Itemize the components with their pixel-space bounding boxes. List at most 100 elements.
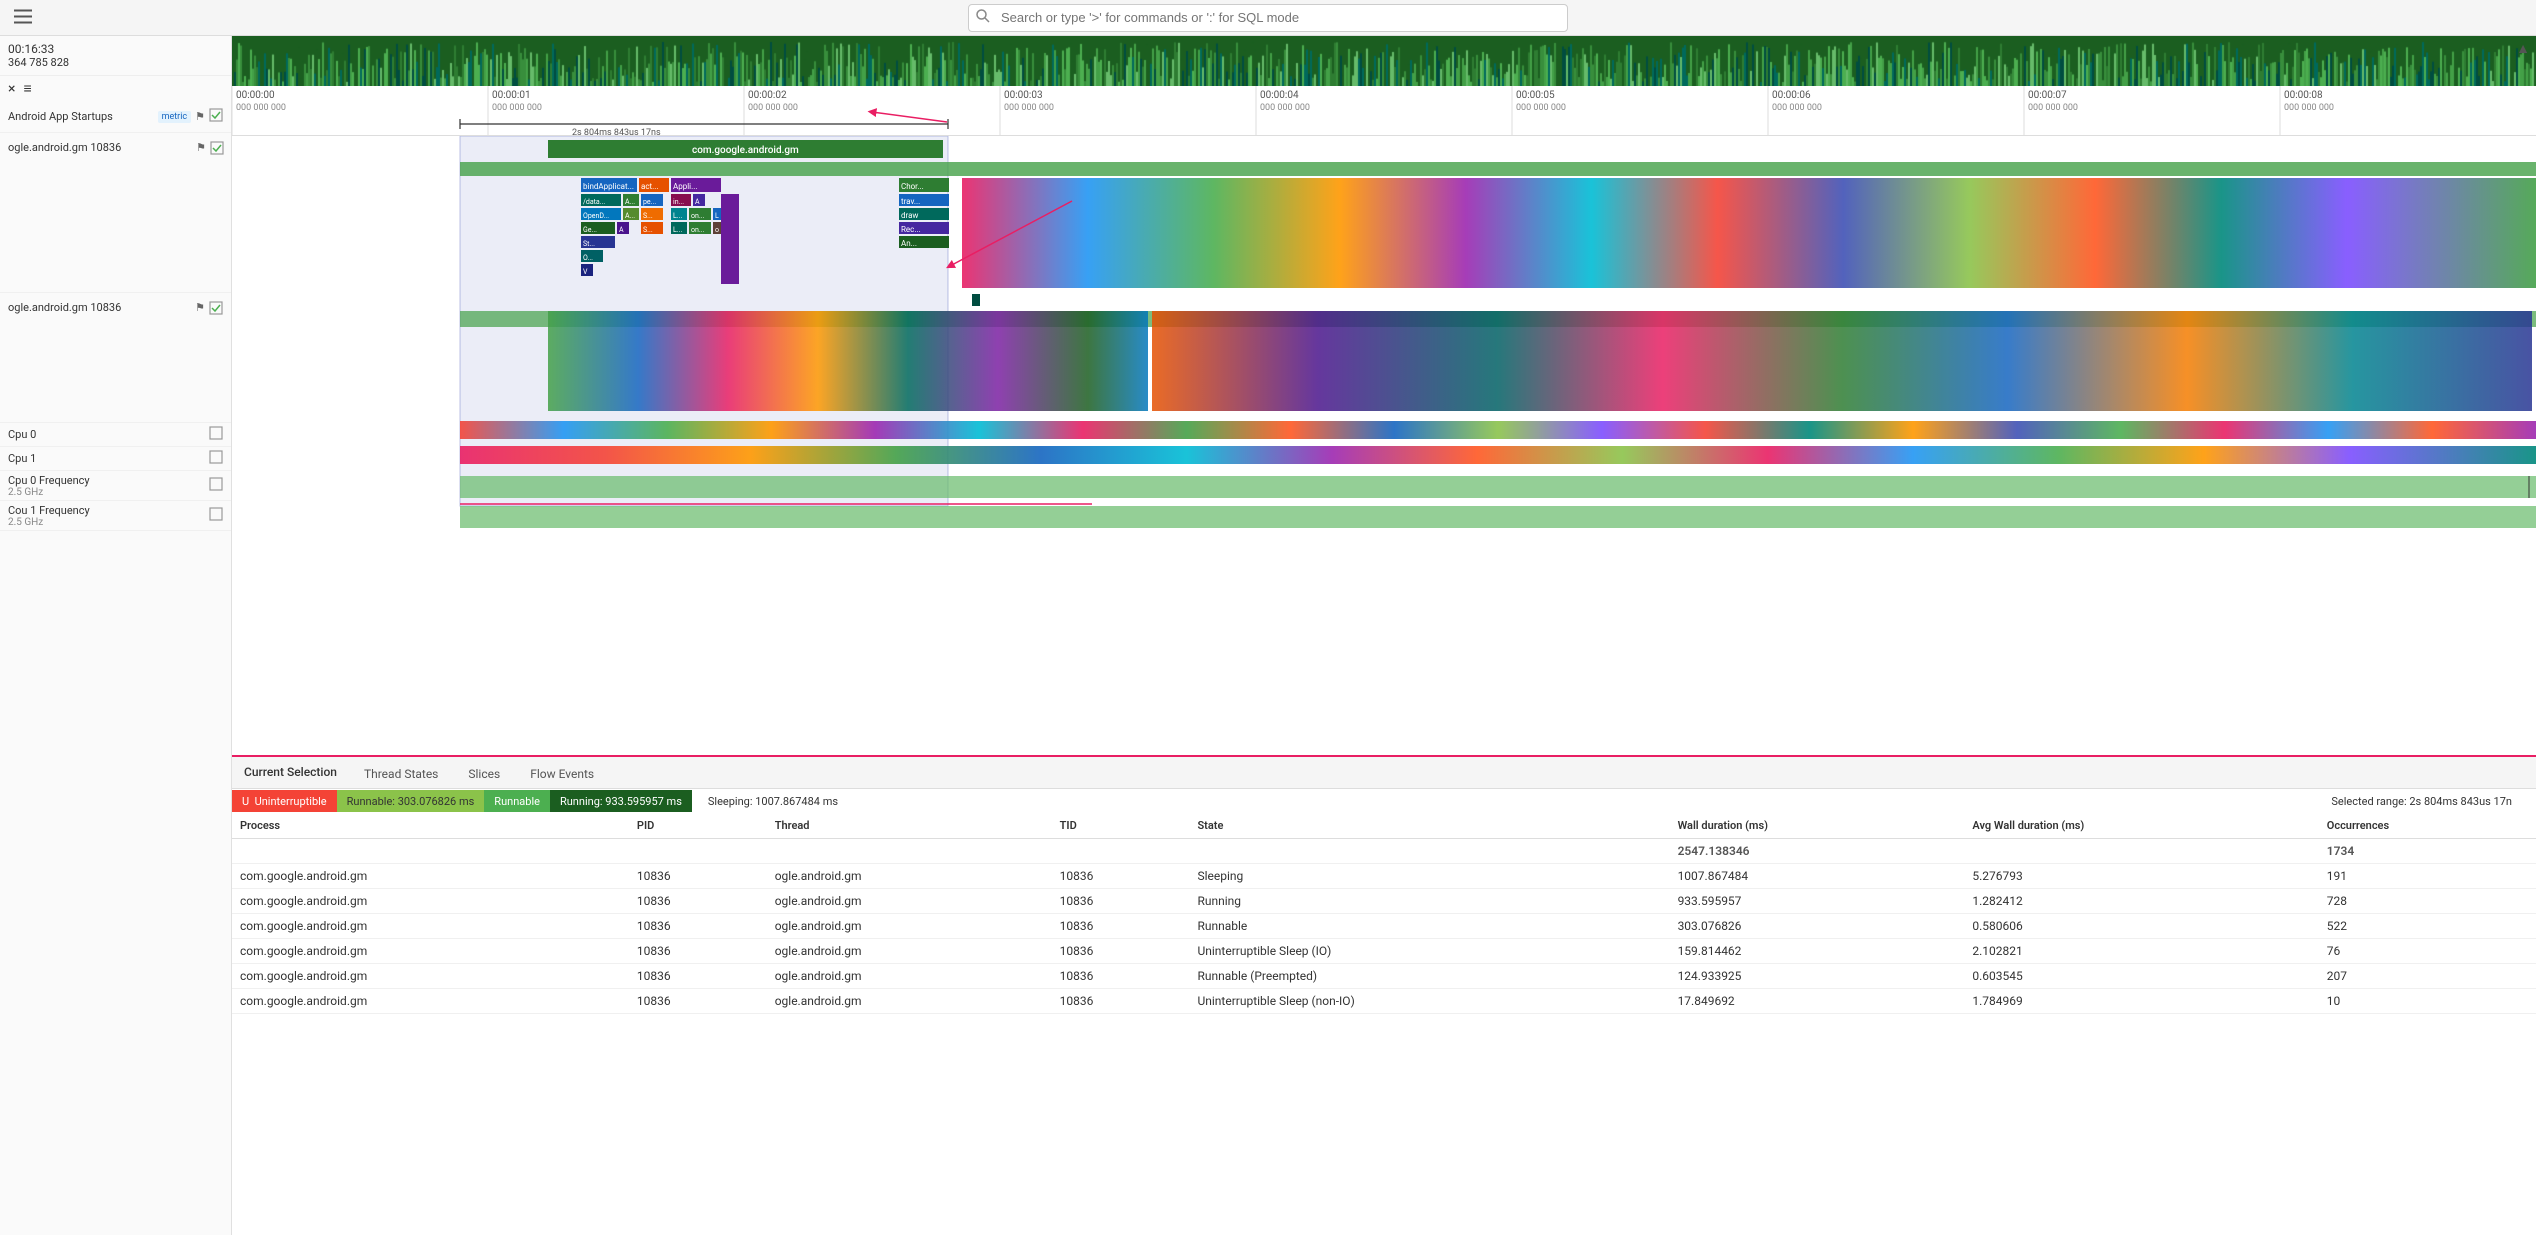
cell-tid: 10836	[1052, 914, 1190, 939]
track-name: Android App Startups	[8, 110, 150, 123]
cpu1-freq-val: 2.5 GHz	[8, 517, 209, 528]
svg-text:00:00:08: 00:00:08	[2284, 90, 2323, 101]
close-icon[interactable]: ×	[8, 81, 15, 97]
svg-text:pe...: pe...	[643, 198, 656, 206]
svg-text:bindApplicat...: bindApplicat...	[583, 182, 634, 191]
svg-text:A: A	[695, 198, 700, 206]
cell-tid: 10836	[1052, 864, 1190, 889]
list-icon[interactable]: ≡	[23, 80, 31, 97]
cell-tid: 10836	[1052, 989, 1190, 1014]
time-display: 00:16:33 364 785 828	[0, 36, 231, 76]
cell-occurrences: 10	[2319, 989, 2536, 1014]
svg-text:000 000 000: 000 000 000	[2028, 103, 2078, 113]
cell-state: Uninterruptible Sleep (IO)	[1189, 939, 1669, 964]
cpu1-check[interactable]	[209, 450, 223, 467]
status-runnable-ms: Runnable: 303.076826 ms	[337, 790, 485, 812]
table-area[interactable]: Process PID Thread TID State Wall durati…	[232, 813, 2536, 1235]
cpu1-freq-label: Cou 1 Frequency 2.5 GHz	[0, 501, 231, 531]
col-state: State	[1189, 813, 1669, 839]
cell-process: com.google.android.gm	[232, 864, 629, 889]
cell-tid: 10836	[1052, 889, 1190, 914]
col-tid: TID	[1052, 813, 1190, 839]
cpu0-freq-name: Cpu 0 Frequency	[8, 474, 209, 487]
cpu0-freq-check[interactable]	[209, 477, 223, 494]
cell-tid: 10836	[1052, 964, 1190, 989]
status-runnable: Runnable	[484, 790, 550, 812]
summary-process	[232, 839, 629, 864]
status-uninterruptible: U Uninterruptible	[232, 790, 337, 812]
x-controls: × ≡	[0, 76, 231, 101]
pin-icon-ogle2[interactable]: ⚑	[195, 301, 205, 314]
menu-icon[interactable]	[14, 9, 32, 26]
current-time: 00:16:33	[8, 42, 223, 56]
search-bar	[0, 0, 2536, 36]
svg-text:Appli...: Appli...	[673, 182, 697, 191]
cell-thread: ogle.android.gm	[767, 889, 1052, 914]
svg-text:000 000 000: 000 000 000	[1004, 103, 1054, 113]
summary-thread	[767, 839, 1052, 864]
cell-state: Runnable (Preempted)	[1189, 964, 1669, 989]
svg-text:St...: St...	[583, 240, 595, 248]
track-viz-area[interactable]: com.google.android.gm bindApplicat... ac…	[232, 136, 2536, 755]
cpu0-check[interactable]	[209, 426, 223, 443]
right-area: 00:00:00 000 000 000 00:00:01 000 000 00…	[232, 36, 2536, 1235]
tab-thread-states[interactable]: Thread States	[349, 758, 453, 788]
cell-state: Running	[1189, 889, 1669, 914]
cell-process: com.google.android.gm	[232, 939, 629, 964]
cell-wall_duration: 1007.867484	[1670, 864, 1965, 889]
status-bar: U Uninterruptible Runnable: 303.076826 m…	[232, 789, 2536, 813]
svg-text:L...: L...	[673, 226, 682, 234]
cell-pid: 10836	[629, 939, 767, 964]
cell-process: com.google.android.gm	[232, 989, 629, 1014]
ruler-area: 00:00:00 000 000 000 00:00:01 000 000 00…	[232, 86, 2536, 136]
cell-state: Uninterruptible Sleep (non-IO)	[1189, 989, 1669, 1014]
cell-pid: 10836	[629, 964, 767, 989]
cell-pid: 10836	[629, 889, 767, 914]
tab-slices[interactable]: Slices	[453, 758, 515, 788]
cell-state: Runnable	[1189, 914, 1669, 939]
cell-state: Sleeping	[1189, 864, 1669, 889]
svg-text:A...: A...	[625, 198, 635, 206]
svg-text:An...: An...	[901, 239, 917, 248]
svg-text:on...: on...	[691, 212, 705, 220]
check-icon-ogle2[interactable]	[209, 301, 223, 318]
search-input[interactable]	[968, 4, 1568, 32]
cpu1-freq-name: Cou 1 Frequency	[8, 504, 209, 517]
svg-text:00:00:00: 00:00:00	[236, 90, 275, 101]
check-icon[interactable]	[209, 108, 223, 125]
svg-text:S...: S...	[643, 226, 653, 234]
track-name-ogle1: ogle.android.gm 10836	[8, 141, 192, 154]
svg-text:draw: draw	[901, 211, 918, 220]
collapse-icon[interactable]: ▲	[2516, 40, 2530, 57]
cpu0-freq-val: 2.5 GHz	[8, 487, 209, 498]
svg-text:00:00:05: 00:00:05	[1516, 90, 1555, 101]
svg-text:O...: O...	[583, 254, 593, 262]
svg-text:S...: S...	[643, 212, 653, 220]
metric-badge: metric	[158, 111, 192, 123]
col-process: Process	[232, 813, 629, 839]
cell-wall_duration: 933.595957	[1670, 889, 1965, 914]
pin-icon-ogle1[interactable]: ⚑	[196, 141, 206, 154]
check-icon-ogle1[interactable]	[210, 141, 224, 158]
cell-avg_wall_duration: 2.102821	[1964, 939, 2318, 964]
ruler-svg: 00:00:00 000 000 000 00:00:01 000 000 00…	[232, 86, 2536, 136]
cell-tid: 10836	[1052, 939, 1190, 964]
svg-text:L...: L...	[673, 212, 682, 220]
svg-text:00:00:07: 00:00:07	[2028, 90, 2067, 101]
table-row: com.google.android.gm10836ogle.android.g…	[232, 914, 2536, 939]
track-label-ogle2: ogle.android.gm 10836 ⚑	[0, 293, 231, 423]
svg-text:/data...: /data...	[583, 198, 605, 206]
tab-flow-events[interactable]: Flow Events	[515, 758, 609, 788]
cell-wall_duration: 17.849692	[1670, 989, 1965, 1014]
cell-thread: ogle.android.gm	[767, 964, 1052, 989]
pin-icon[interactable]: ⚑	[195, 110, 205, 123]
timeline-minimap[interactable]	[232, 36, 2536, 86]
svg-text:Ge...: Ge...	[583, 226, 597, 234]
cell-process: com.google.android.gm	[232, 914, 629, 939]
cpu1-freq-check[interactable]	[209, 507, 223, 524]
track-list: Android App Startups metric ⚑ ogle.andro…	[0, 101, 231, 1235]
svg-text:on...: on...	[691, 226, 705, 234]
cpu0-freq-label: Cpu 0 Frequency 2.5 GHz	[0, 471, 231, 501]
svg-text:act...: act...	[641, 182, 658, 191]
cell-thread: ogle.android.gm	[767, 939, 1052, 964]
